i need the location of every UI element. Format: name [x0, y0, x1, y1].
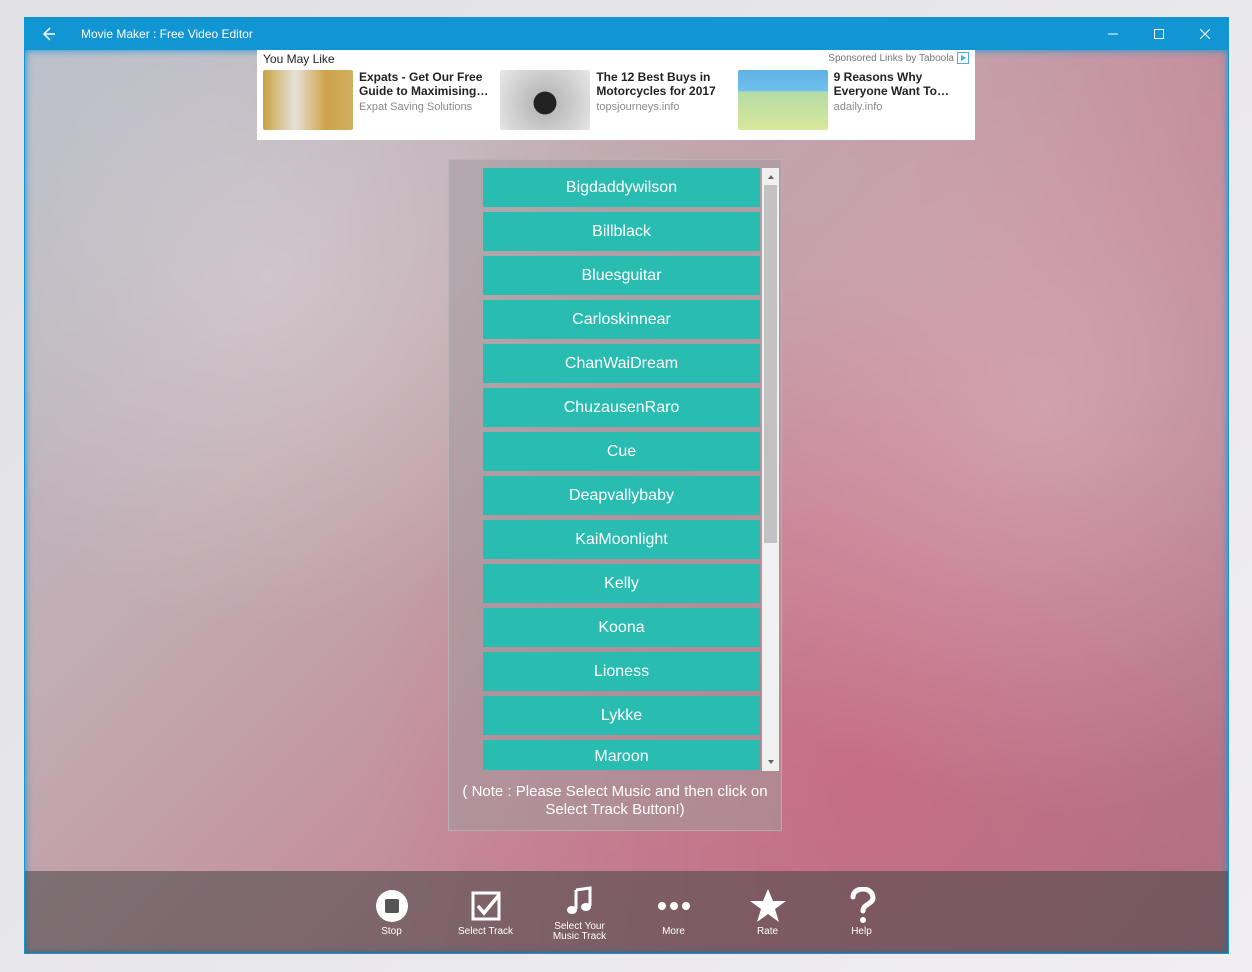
client-area: You May Like Sponsored Links by Taboola …: [25, 50, 1228, 953]
ad-item-2[interactable]: The 12 Best Buys in Motorcycles for 2017…: [500, 70, 731, 134]
track-panel: Bigdaddywilson Billblack Bluesguitar Car…: [448, 159, 782, 831]
ad-title: 9 Reasons Why Everyone Want To We…: [834, 70, 969, 99]
rate-label: Rate: [757, 927, 778, 938]
scrollbar-thumb[interactable]: [764, 185, 777, 543]
select-track-label: Select Track: [458, 927, 513, 938]
help-icon: [847, 887, 877, 925]
ad-thumb-icon: [500, 70, 590, 130]
desktop-frame: { "titlebar": { "app_title": "Movie Make…: [0, 0, 1252, 972]
ad-thumb-icon: [263, 70, 353, 130]
select-your-music-label: Select Your Music Track: [553, 922, 606, 943]
ad-header-left: You May Like: [263, 52, 335, 66]
help-button[interactable]: Help: [832, 887, 892, 938]
panel-note: ( Note : Please Select Music and then cl…: [449, 771, 781, 831]
track-item[interactable]: Bigdaddywilson: [483, 168, 760, 207]
track-item[interactable]: Billblack: [483, 212, 760, 251]
maximize-button[interactable]: [1136, 18, 1182, 50]
titlebar: Movie Maker : Free Video Editor: [25, 18, 1228, 50]
close-icon: [1200, 29, 1210, 39]
more-button[interactable]: More: [644, 887, 704, 938]
select-track-button[interactable]: Select Track: [456, 887, 516, 938]
track-item[interactable]: Lioness: [483, 652, 760, 691]
ad-row: Expats - Get Our Free Guide to Maximisin…: [257, 66, 975, 140]
scroll-up-icon[interactable]: [762, 168, 779, 185]
ad-source: adaily.info: [834, 101, 969, 113]
ad-title: The 12 Best Buys in Motorcycles for 2017: [596, 70, 731, 99]
track-item[interactable]: Maroon: [483, 740, 760, 770]
help-label: Help: [851, 927, 872, 938]
track-item[interactable]: Koona: [483, 608, 760, 647]
ad-header-right[interactable]: Sponsored Links by Taboola: [828, 52, 969, 64]
stop-label: Stop: [381, 927, 402, 938]
ad-item-1[interactable]: Expats - Get Our Free Guide to Maximisin…: [263, 70, 494, 134]
track-item[interactable]: Lykke: [483, 696, 760, 735]
track-item[interactable]: Cue: [483, 432, 760, 471]
select-your-music-button[interactable]: Select Your Music Track: [550, 882, 610, 943]
more-icon: [654, 897, 694, 915]
app-title: Movie Maker : Free Video Editor: [71, 27, 1090, 41]
ad-item-3[interactable]: 9 Reasons Why Everyone Want To We… adail…: [738, 70, 969, 134]
scrollbar-track[interactable]: [762, 185, 779, 754]
back-arrow-icon: [40, 26, 56, 42]
ad-title: Expats - Get Our Free Guide to Maximisin…: [359, 70, 494, 99]
scrollbar[interactable]: [762, 168, 779, 771]
track-list-wrap: Bigdaddywilson Billblack Bluesguitar Car…: [449, 160, 781, 771]
ad-thumb-icon: [738, 70, 828, 130]
music-note-icon: [563, 884, 597, 918]
track-item[interactable]: Carloskinnear: [483, 300, 760, 339]
ad-source: topsjourneys.info: [596, 101, 731, 113]
ad-header: You May Like Sponsored Links by Taboola: [257, 50, 975, 66]
stop-button[interactable]: Stop: [362, 887, 422, 938]
scroll-down-icon[interactable]: [762, 754, 779, 771]
bottom-toolbar: Stop Select Track: [25, 871, 1228, 953]
select-track-icon: [469, 889, 503, 923]
track-item[interactable]: KaiMoonlight: [483, 520, 760, 559]
track-item[interactable]: Kelly: [483, 564, 760, 603]
more-label: More: [662, 927, 685, 938]
minimize-icon: [1108, 29, 1118, 39]
ad-sponsored-label: Sponsored Links: [828, 53, 903, 64]
ad-play-icon: [957, 52, 969, 64]
stop-icon: [375, 889, 409, 923]
track-item[interactable]: Bluesguitar: [483, 256, 760, 295]
rate-button[interactable]: Rate: [738, 887, 798, 938]
back-button[interactable]: [25, 18, 71, 50]
minimize-button[interactable]: [1090, 18, 1136, 50]
star-icon: [749, 887, 787, 925]
track-item[interactable]: Deapvallybaby: [483, 476, 760, 515]
app-window: Movie Maker : Free Video Editor You May …: [24, 17, 1229, 954]
maximize-icon: [1154, 29, 1164, 39]
track-list: Bigdaddywilson Billblack Bluesguitar Car…: [483, 168, 760, 771]
ad-source: Expat Saving Solutions: [359, 101, 494, 113]
window-controls: [1090, 18, 1228, 50]
track-item[interactable]: ChanWaiDream: [483, 344, 760, 383]
ad-taboola-label: by Taboola: [906, 53, 954, 64]
ad-strip: You May Like Sponsored Links by Taboola …: [257, 50, 975, 140]
track-item[interactable]: ChuzausenRaro: [483, 388, 760, 427]
close-button[interactable]: [1182, 18, 1228, 50]
